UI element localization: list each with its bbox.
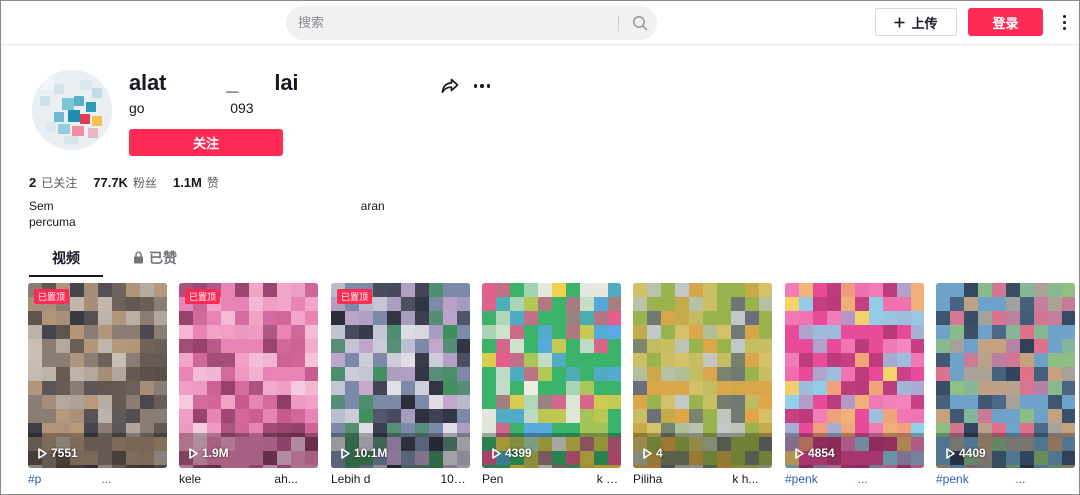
upload-button[interactable]: 上传 — [875, 8, 957, 36]
view-count: 4399 — [492, 446, 532, 460]
video-thumbnail — [785, 283, 924, 468]
view-count: 4 — [643, 446, 683, 460]
followers-count: 77.7K — [93, 175, 128, 190]
profile-tabs: 视频 已赞 — [29, 248, 1059, 277]
pinned-badge: 已置顶 — [337, 289, 373, 304]
more-vertical-icon[interactable] — [1057, 11, 1071, 33]
view-count-label: 1.9M — [202, 446, 229, 460]
share-button[interactable] — [440, 76, 460, 96]
video-thumbnail — [482, 283, 621, 468]
video-caption[interactable]: Pen k u... — [482, 472, 621, 486]
view-count-label: 4409 — [959, 446, 986, 460]
video-caption[interactable]: kele ah... — [179, 472, 318, 486]
likes-label: 赞 — [206, 176, 219, 190]
video-caption[interactable]: Lebih d 100 pe... — [331, 472, 470, 486]
video-card[interactable]: 4399 — [482, 283, 621, 468]
view-count: 1.9M — [189, 446, 229, 460]
following-count: 2 — [29, 175, 37, 190]
view-count: 4854 — [795, 446, 835, 460]
search-divider — [618, 15, 619, 31]
view-count-label: 4 — [656, 446, 683, 460]
view-count-label: 10.1M — [354, 446, 388, 460]
stat-following[interactable]: 2 已关注 — [29, 174, 77, 191]
view-count-label: 4399 — [505, 446, 532, 460]
follow-label: 关注 — [192, 137, 219, 152]
view-count-label: 4854 — [808, 446, 835, 460]
search-button[interactable] — [622, 6, 657, 40]
view-count-label: 7551 — [51, 446, 78, 460]
view-count: 7551 — [38, 446, 78, 460]
video-thumbnail — [28, 283, 167, 468]
pinned-badge: 已置顶 — [185, 289, 221, 304]
view-count: 4409 — [946, 446, 986, 460]
search-icon — [632, 16, 647, 31]
avatar — [32, 70, 112, 150]
video-caption[interactable]: #penk ... — [936, 472, 1075, 486]
view-count: 10.1M — [341, 446, 387, 460]
video-card[interactable]: 已置顶 7551 — [28, 283, 167, 468]
play-icon — [38, 447, 47, 459]
stat-followers[interactable]: 77.7K 粉丝 — [93, 174, 157, 191]
video-caption[interactable]: #p ... — [28, 472, 167, 486]
tab-videos-label: 视频 — [52, 251, 80, 267]
video-thumbnail — [633, 283, 772, 468]
tab-liked-label: 已赞 — [149, 251, 177, 267]
avatar-image — [32, 70, 112, 150]
video-card[interactable]: 已置顶 10.1M — [331, 283, 470, 468]
search-input[interactable] — [298, 6, 614, 40]
login-button[interactable]: 登录 — [968, 8, 1043, 36]
tab-active-underline — [29, 275, 103, 277]
following-label: 已关注 — [41, 176, 78, 190]
profile-stats: 2 已关注 77.7K 粉丝 1.1M 赞 — [29, 174, 219, 191]
video-card[interactable]: 4409 — [936, 283, 1075, 468]
video-thumbnail — [331, 283, 470, 468]
video-card[interactable]: 已置顶 1.9M — [179, 283, 318, 468]
profile-uid: go 093 — [129, 100, 254, 116]
follow-button[interactable]: 关注 — [129, 129, 283, 156]
profile-username: alat _ lai — [129, 70, 299, 95]
followers-label: 粉丝 — [132, 176, 157, 190]
play-icon — [643, 447, 652, 459]
stat-likes: 1.1M 赞 — [173, 174, 219, 191]
search-box — [286, 6, 657, 40]
likes-count: 1.1M — [172, 175, 202, 190]
play-icon — [492, 447, 501, 459]
bio-line-1: Sem aran — [29, 199, 385, 213]
tab-liked[interactable]: 已赞 — [125, 248, 185, 276]
play-icon — [795, 447, 804, 459]
login-label: 登录 — [992, 16, 1019, 32]
lock-icon — [134, 251, 143, 264]
video-card[interactable]: 4854 — [785, 283, 924, 468]
video-thumbnail — [179, 283, 318, 468]
play-icon — [341, 447, 350, 459]
play-icon — [946, 447, 955, 459]
tab-videos[interactable]: 视频 — [29, 248, 103, 276]
pinned-badge: 已置顶 — [34, 289, 70, 304]
top-bar: 上传 登录 — [1, 1, 1079, 45]
video-caption[interactable]: Piliha k h... — [633, 472, 772, 486]
upload-label: 上传 — [911, 16, 938, 32]
bio-line-2: percuma — [29, 215, 76, 229]
profile-bio: Sem aran percuma — [29, 198, 449, 230]
plus-icon — [894, 17, 905, 27]
video-caption[interactable]: #penk ... — [785, 472, 924, 486]
play-icon — [189, 447, 198, 459]
video-card[interactable]: 4 — [633, 283, 772, 468]
share-icon — [441, 78, 459, 94]
more-horizontal-icon[interactable] — [472, 76, 492, 96]
video-thumbnail — [936, 283, 1075, 468]
